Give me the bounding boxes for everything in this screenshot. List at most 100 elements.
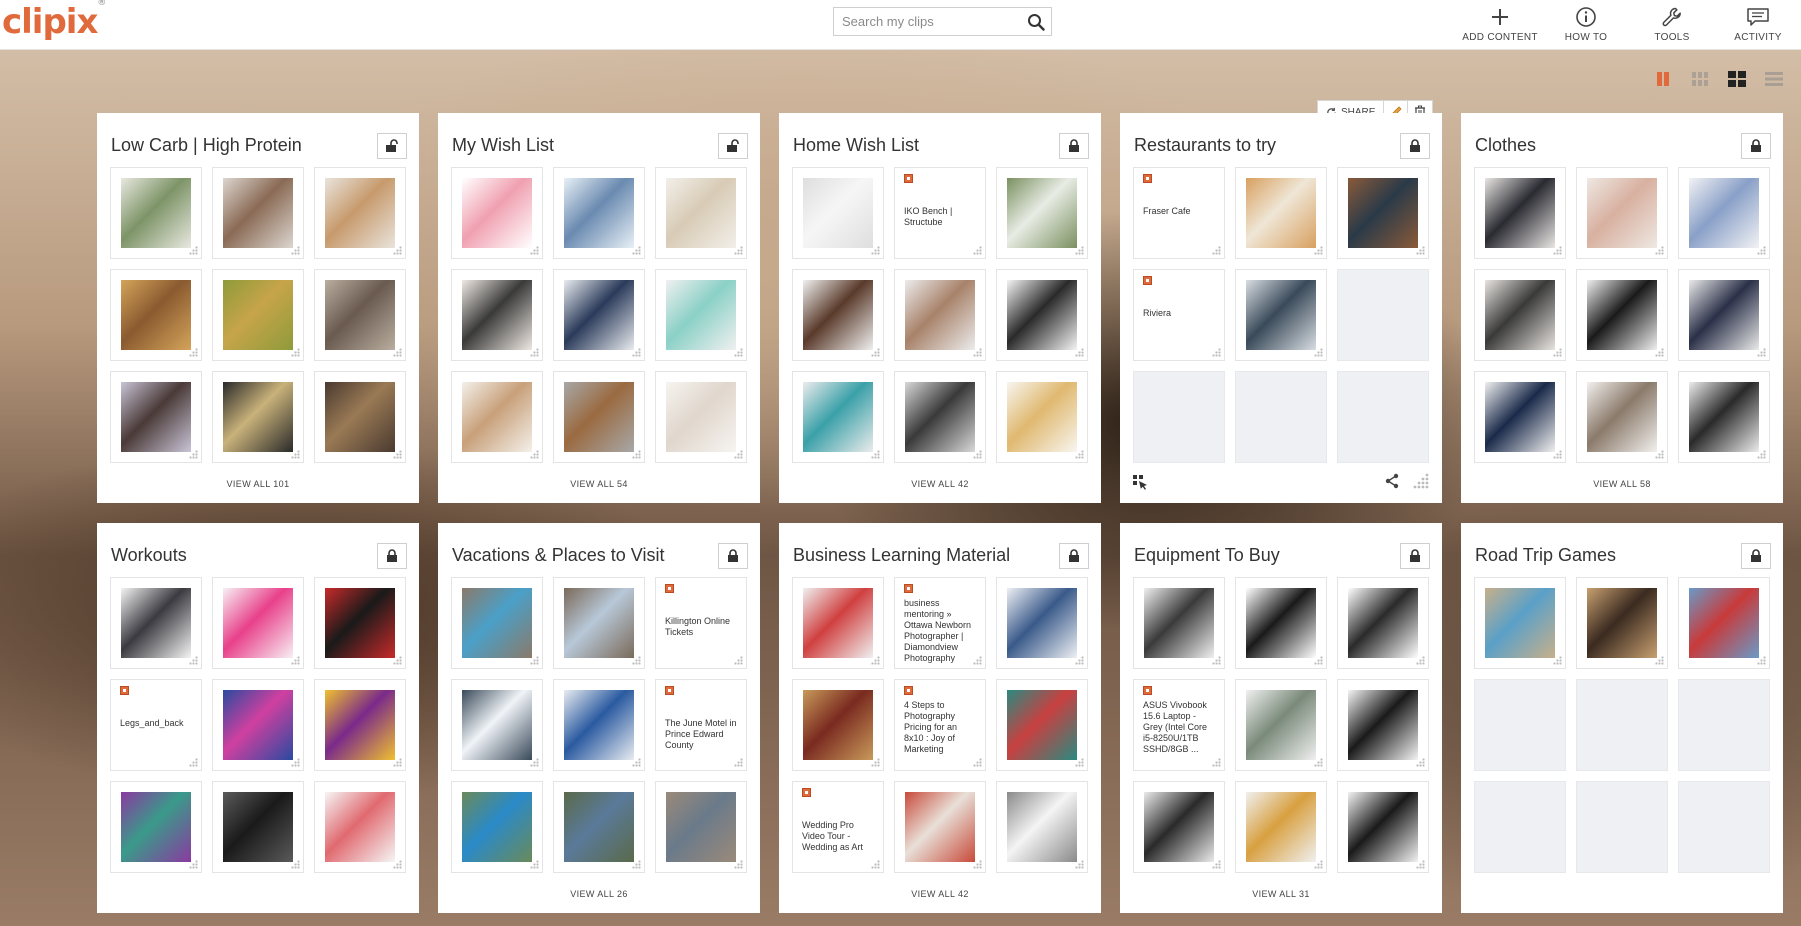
clip-tile[interactable] [212, 679, 304, 771]
clip-tile[interactable]: business mentoring » Ottawa Newborn Phot… [894, 577, 986, 669]
clip-tile[interactable] [314, 577, 406, 669]
clip-tile[interactable]: The June Motel in Prince Edward County [655, 679, 747, 771]
drag-handle-icon[interactable] [973, 656, 982, 665]
lock-button[interactable] [1400, 543, 1430, 569]
resize-handle-icon[interactable] [1412, 472, 1430, 495]
clip-tile[interactable]: Legs_and_back [110, 679, 202, 771]
clip-tile[interactable] [553, 577, 645, 669]
board-card[interactable]: Equipment To Buy ASUS Vivobook 15.6 Lapto… [1120, 523, 1442, 913]
drag-handle-icon[interactable] [530, 656, 539, 665]
drag-handle-icon[interactable] [1075, 656, 1084, 665]
drag-handle-icon[interactable] [189, 758, 198, 767]
board-title[interactable]: Home Wish List [793, 135, 919, 156]
board-card[interactable]: Restaurants to try Fraser Cafe Riviera [1120, 113, 1442, 503]
drag-handle-icon[interactable] [1314, 860, 1323, 869]
clip-tile[interactable]: Fraser Cafe [1133, 167, 1225, 259]
clip-tile[interactable] [110, 371, 202, 463]
board-title[interactable]: Workouts [111, 545, 187, 566]
drag-handle-icon[interactable] [291, 348, 300, 357]
how-to-button[interactable]: HOW TO [1543, 0, 1629, 50]
view-all-link[interactable]: VIEW ALL 31 [1120, 889, 1442, 899]
clip-tile[interactable] [553, 167, 645, 259]
drag-handle-icon[interactable] [1314, 758, 1323, 767]
drag-handle-icon[interactable] [1655, 450, 1664, 459]
board-card[interactable]: Vacations & Places to Visit Killington On… [438, 523, 760, 913]
clip-tile[interactable] [314, 371, 406, 463]
search-icon[interactable] [1021, 8, 1051, 35]
drag-handle-icon[interactable] [530, 860, 539, 869]
share-icon[interactable] [1384, 473, 1400, 494]
clip-tile[interactable] [1678, 269, 1770, 361]
drag-handle-icon[interactable] [1314, 348, 1323, 357]
drag-handle-icon[interactable] [632, 656, 641, 665]
clip-tile[interactable] [894, 781, 986, 873]
clip-tile[interactable] [1235, 679, 1327, 771]
board-card[interactable]: Home Wish List IKO Bench | Structube VIEW … [779, 113, 1101, 503]
view-all-link[interactable]: VIEW ALL 58 [1461, 479, 1783, 489]
clip-tile[interactable] [996, 269, 1088, 361]
drag-handle-icon[interactable] [291, 758, 300, 767]
clip-tile[interactable] [894, 269, 986, 361]
clip-tile[interactable] [110, 577, 202, 669]
clip-tile[interactable] [1576, 167, 1668, 259]
drag-handle-icon[interactable] [189, 860, 198, 869]
clip-tile[interactable] [1235, 269, 1327, 361]
drag-handle-icon[interactable] [1655, 348, 1664, 357]
drag-handle-icon[interactable] [734, 450, 743, 459]
drag-handle-icon[interactable] [632, 758, 641, 767]
board-card[interactable]: My Wish List VIEW ALL 54 [438, 113, 760, 503]
drag-handle-icon[interactable] [734, 860, 743, 869]
lock-button[interactable] [1059, 543, 1089, 569]
clip-tile[interactable] [451, 167, 543, 259]
clip-tile[interactable] [1133, 577, 1225, 669]
drag-handle-icon[interactable] [393, 860, 402, 869]
clip-tile[interactable] [212, 371, 304, 463]
lock-button[interactable] [1741, 133, 1771, 159]
drag-handle-icon[interactable] [1553, 246, 1562, 255]
clip-tile[interactable] [451, 577, 543, 669]
drag-handle-icon[interactable] [1553, 348, 1562, 357]
drag-handle-icon[interactable] [871, 758, 880, 767]
clip-tile[interactable] [110, 269, 202, 361]
drag-handle-icon[interactable] [1416, 758, 1425, 767]
clip-tile[interactable] [792, 371, 884, 463]
drag-handle-icon[interactable] [393, 758, 402, 767]
drag-handle-icon[interactable] [1314, 656, 1323, 665]
drag-handle-icon[interactable] [1075, 348, 1084, 357]
drag-handle-icon[interactable] [1212, 656, 1221, 665]
drag-handle-icon[interactable] [871, 450, 880, 459]
drag-handle-icon[interactable] [1416, 860, 1425, 869]
drag-handle-icon[interactable] [1212, 246, 1221, 255]
drag-handle-icon[interactable] [530, 348, 539, 357]
drag-handle-icon[interactable] [1757, 246, 1766, 255]
clip-tile[interactable] [1235, 167, 1327, 259]
clip-tile[interactable] [1678, 577, 1770, 669]
clip-tile[interactable] [655, 269, 747, 361]
drag-handle-icon[interactable] [632, 450, 641, 459]
drag-handle-icon[interactable] [871, 246, 880, 255]
clip-tile[interactable] [212, 577, 304, 669]
board-title[interactable]: Restaurants to try [1134, 135, 1276, 156]
drag-handle-icon[interactable] [189, 348, 198, 357]
drag-handle-icon[interactable] [1212, 758, 1221, 767]
drag-handle-icon[interactable] [189, 450, 198, 459]
drag-handle-icon[interactable] [1553, 450, 1562, 459]
drag-handle-icon[interactable] [734, 246, 743, 255]
drag-handle-icon[interactable] [1757, 348, 1766, 357]
drag-handle-icon[interactable] [973, 758, 982, 767]
clip-tile[interactable]: Wedding Pro Video Tour - Wedding as Art [792, 781, 884, 873]
tools-button[interactable]: TOOLS [1629, 0, 1715, 50]
medium-grid-icon[interactable] [1689, 68, 1711, 90]
clip-tile[interactable] [212, 781, 304, 873]
clip-tile[interactable] [451, 781, 543, 873]
drag-handle-icon[interactable] [973, 860, 982, 869]
clip-tile[interactable] [1474, 167, 1566, 259]
drag-handle-icon[interactable] [871, 348, 880, 357]
clip-tile[interactable] [1235, 781, 1327, 873]
clip-tile[interactable] [451, 679, 543, 771]
lock-button[interactable] [1400, 133, 1430, 159]
clip-tile[interactable]: ASUS Vivobook 15.6 Laptop - Grey (Intel … [1133, 679, 1225, 771]
drag-handle-icon[interactable] [973, 450, 982, 459]
board-card[interactable]: Workouts Legs_and_back [97, 523, 419, 913]
drag-handle-icon[interactable] [632, 860, 641, 869]
